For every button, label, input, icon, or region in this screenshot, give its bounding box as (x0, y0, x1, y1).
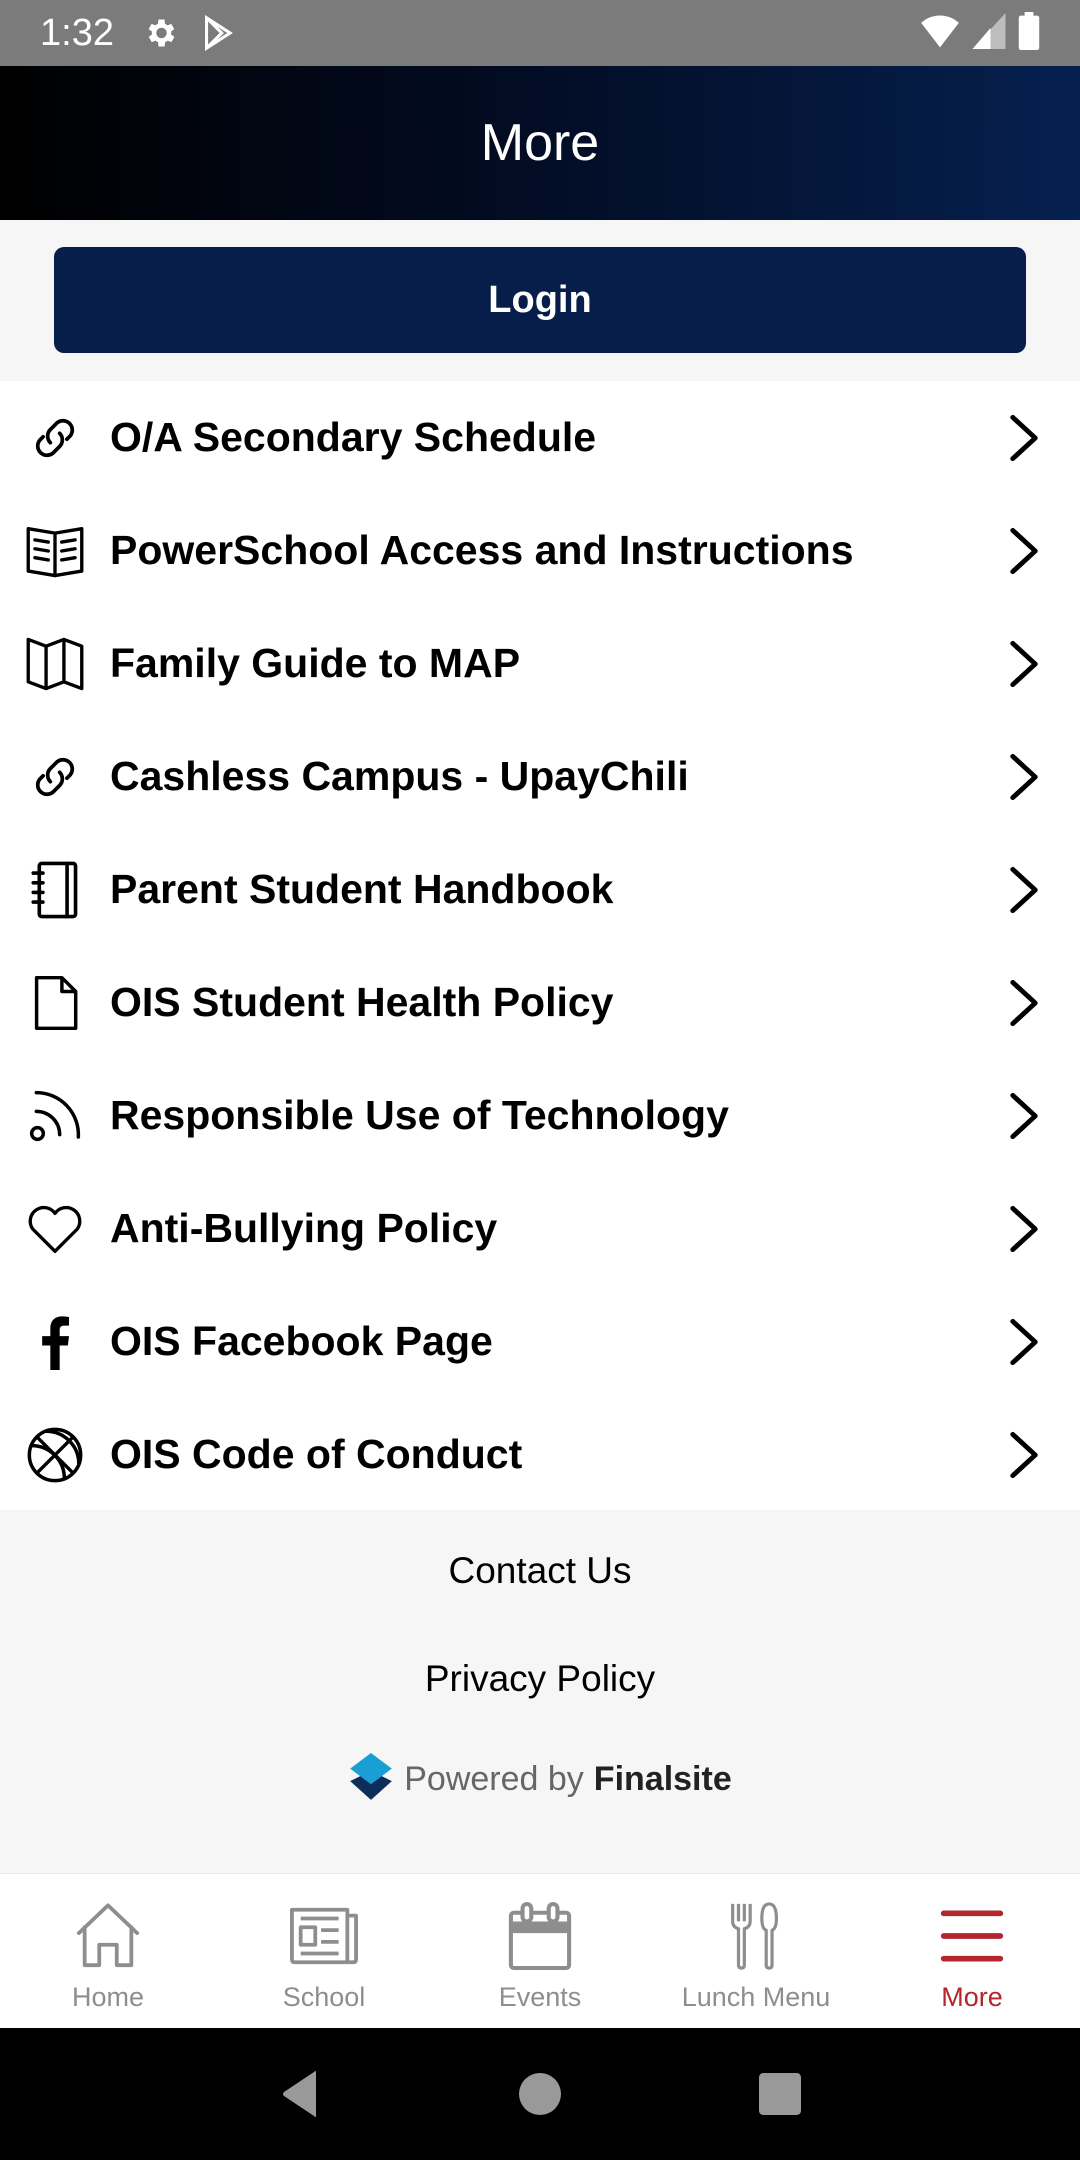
menu-list: O/A Secondary Schedule PowerSchool Acces… (0, 381, 1080, 1510)
app-header: More (0, 66, 1080, 220)
tab-label: Events (498, 1982, 582, 2012)
contact-us-link[interactable]: Contact Us (0, 1550, 1080, 1592)
chevron-right-icon (1004, 523, 1044, 579)
chevron-right-icon (1004, 410, 1044, 466)
chevron-right-icon (1004, 862, 1044, 918)
calendar-icon (500, 1896, 580, 1976)
recents-icon[interactable] (740, 2054, 820, 2134)
menu-item-label: Responsible Use of Technology (110, 1092, 729, 1138)
facebook-icon (24, 1311, 86, 1373)
menu-item-parent-student-handbook[interactable]: Parent Student Handbook (0, 833, 1080, 946)
menu-item-label: Anti-Bullying Policy (110, 1205, 498, 1251)
menu-item-label: Family Guide to MAP (110, 640, 521, 686)
menu-item-ois-facebook-page[interactable]: OIS Facebook Page (0, 1285, 1080, 1398)
rss-icon (24, 1085, 86, 1147)
tab-lunch-menu[interactable]: Lunch Menu (648, 1874, 864, 2028)
chevron-right-icon (1004, 1427, 1044, 1483)
finalsite-brand-text: Finalsite (593, 1760, 732, 1798)
tab-events[interactable]: Events (432, 1874, 648, 2028)
menu-item-label: OIS Facebook Page (110, 1318, 493, 1364)
login-button[interactable]: Login (54, 247, 1026, 353)
menu-item-label: OIS Code of Conduct (110, 1431, 523, 1477)
menu-item-cashless-campus[interactable]: Cashless Campus - UpayChili (0, 720, 1080, 833)
menu-item-label: PowerSchool Access and Instructions (110, 527, 854, 573)
newspaper-icon (284, 1896, 364, 1976)
link-icon (24, 746, 86, 808)
login-area: Login (0, 220, 1080, 381)
tab-home[interactable]: Home (0, 1874, 216, 2028)
powered-by-finalsite[interactable]: Powered by Finalsite (0, 1752, 1080, 1807)
tab-label: Home (71, 1982, 145, 2012)
notebook-icon (24, 859, 86, 921)
tab-label: Lunch Menu (681, 1982, 831, 2012)
page-title: More (480, 114, 600, 172)
document-icon (24, 972, 86, 1034)
chevron-right-icon (1004, 1088, 1044, 1144)
utensils-icon (716, 1896, 796, 1976)
open-book-icon (24, 520, 86, 582)
heart-icon (24, 1198, 86, 1260)
tab-school[interactable]: School (216, 1874, 432, 2028)
signal-icon (972, 12, 1006, 54)
home-icon (68, 1896, 148, 1976)
status-time: 1:32 (40, 11, 114, 54)
wifi-icon (920, 13, 960, 54)
back-icon[interactable] (260, 2054, 340, 2134)
menu-item-ois-code-of-conduct[interactable]: OIS Code of Conduct (0, 1398, 1080, 1511)
menu-item-ois-student-health-policy[interactable]: OIS Student Health Policy (0, 946, 1080, 1059)
menu-item-anti-bullying-policy[interactable]: Anti-Bullying Policy (0, 1172, 1080, 1285)
chevron-right-icon (1004, 975, 1044, 1031)
link-icon (24, 407, 86, 469)
home-circle-icon[interactable] (500, 2054, 580, 2134)
tab-label: School (282, 1982, 366, 2012)
status-bar: 1:32 (0, 0, 1080, 66)
system-navigation-bar (0, 2028, 1080, 2160)
menu-item-family-guide-map[interactable]: Family Guide to MAP (0, 607, 1080, 720)
chevron-right-icon (1004, 636, 1044, 692)
bottom-nav: Home School Events Lunch Menu More (0, 1873, 1080, 2028)
chevron-right-icon (1004, 1314, 1044, 1370)
tab-label: More (941, 1982, 1003, 2012)
play-store-icon (202, 15, 236, 51)
chevron-right-icon (1004, 749, 1044, 805)
menu-item-label: Cashless Campus - UpayChili (110, 753, 689, 799)
footer: Contact Us Privacy Policy Powered by Fin… (0, 1510, 1080, 1873)
finalsite-logo-icon (348, 1752, 394, 1807)
tab-more[interactable]: More (864, 1874, 1080, 2028)
menu-item-label: Parent Student Handbook (110, 866, 614, 912)
map-icon (24, 633, 86, 695)
battery-icon (1018, 11, 1040, 55)
basketball-icon (24, 1424, 86, 1486)
menu-item-powerschool[interactable]: PowerSchool Access and Instructions (0, 494, 1080, 607)
menu-item-responsible-use-technology[interactable]: Responsible Use of Technology (0, 1059, 1080, 1172)
settings-icon (142, 15, 178, 51)
hamburger-menu-icon (932, 1896, 1012, 1976)
menu-item-oa-secondary-schedule[interactable]: O/A Secondary Schedule (0, 381, 1080, 494)
powered-by-text: Powered by (404, 1760, 584, 1798)
menu-item-label: OIS Student Health Policy (110, 979, 614, 1025)
privacy-policy-link[interactable]: Privacy Policy (0, 1658, 1080, 1700)
chevron-right-icon (1004, 1201, 1044, 1257)
menu-item-label: O/A Secondary Schedule (110, 414, 597, 460)
